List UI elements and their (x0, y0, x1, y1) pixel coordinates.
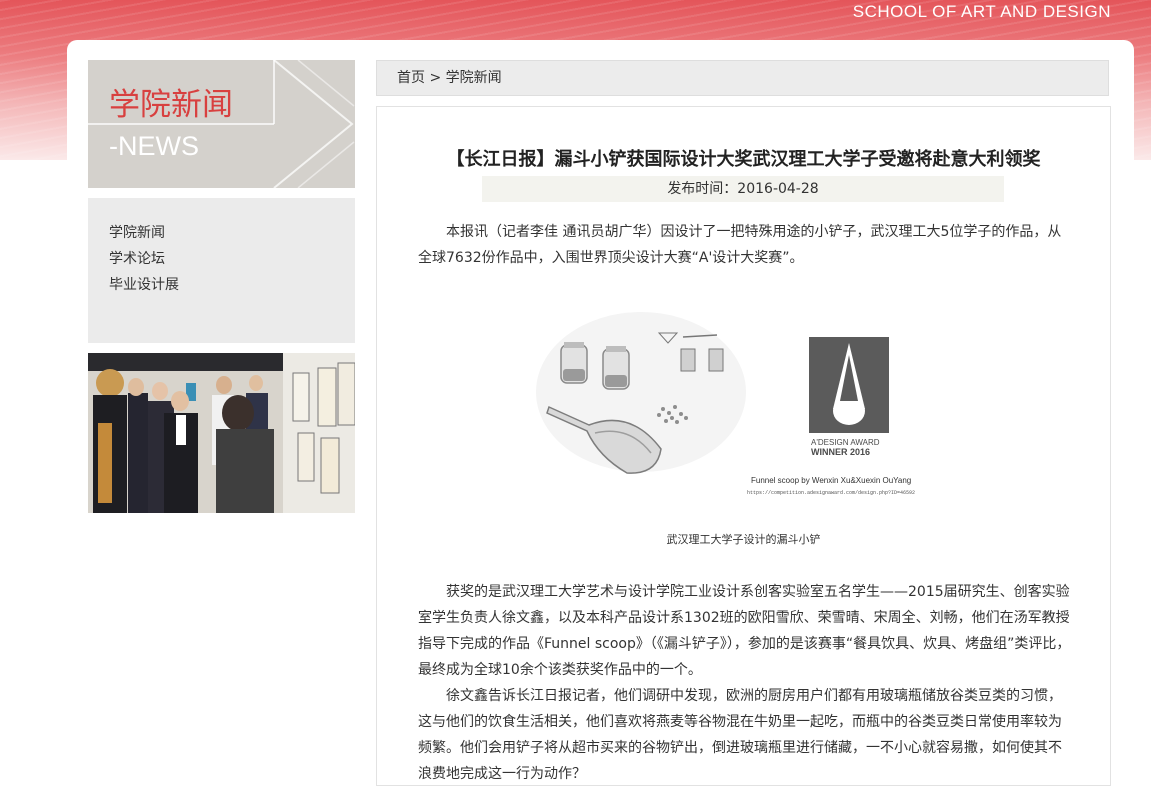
award-line-2: WINNER 2016 (811, 447, 870, 457)
article-title: 【长江日报】漏斗小铲获国际设计大奖武汉理工大学子受邀将赴意大利领奖 (446, 149, 1041, 170)
article-figure: A'DESIGN AWARD WINNER 2016 Funnel scoop … (531, 297, 957, 507)
breadcrumb-separator: > (429, 70, 442, 86)
sidebar-item-college-news[interactable]: 学院新闻 (109, 222, 355, 248)
body-paragraph-1: 获奖的是武汉理工大学艺术与设计学院工业设计系创客实验室五名学生——2015届研究… (418, 584, 1071, 678)
breadcrumb-home-link[interactable]: 首页 (397, 70, 425, 86)
section-hero: 学院新闻 -NEWS (88, 60, 355, 188)
section-title-en: -NEWS (109, 131, 199, 161)
school-name: SCHOOL OF ART AND DESIGN (852, 2, 1111, 21)
figure-credit: Funnel scoop by Wenxin Xu&Xuexin OuYang (751, 476, 911, 485)
publish-date: 发布时间：2016-04-28 (482, 176, 1004, 202)
section-title-cn: 学院新闻 (109, 87, 233, 123)
award-line-1: A'DESIGN AWARD (811, 438, 880, 447)
figure-url: https://competition.adesignaward.com/des… (747, 490, 915, 496)
article-body: 获奖的是武汉理工大学艺术与设计学院工业设计系创客实验室五名学生——2015届研究… (418, 579, 1073, 787)
breadcrumb: 首页 > 学院新闻 (376, 60, 1109, 96)
figure-caption: 武汉理工大学子设计的漏斗小铲 (666, 533, 821, 546)
gallery-photo (88, 353, 355, 513)
article-intro: 本报讯（记者李佳 通讯员胡广华）因设计了一把特殊用途的小铲子，武汉理工大5位学子… (418, 219, 1073, 271)
sidebar-item-academic-forum[interactable]: 学术论坛 (109, 248, 355, 274)
article-container: 【长江日报】漏斗小铲获国际设计大奖武汉理工大学子受邀将赴意大利领奖 发布时间：2… (376, 106, 1111, 786)
breadcrumb-current-link[interactable]: 学院新闻 (446, 70, 502, 86)
sidebar-item-graduation-exhibition[interactable]: 毕业设计展 (109, 274, 355, 300)
body-paragraph-2: 徐文鑫告诉长江日报记者，他们调研中发现，欧洲的厨房用户们都有用玻璃瓶储放谷类豆类… (418, 688, 1062, 782)
intro-paragraph: 本报讯（记者李佳 通讯员胡广华）因设计了一把特殊用途的小铲子，武汉理工大5位学子… (418, 224, 1062, 266)
sidebar-menu: 学院新闻 学术论坛 毕业设计展 (88, 198, 355, 343)
